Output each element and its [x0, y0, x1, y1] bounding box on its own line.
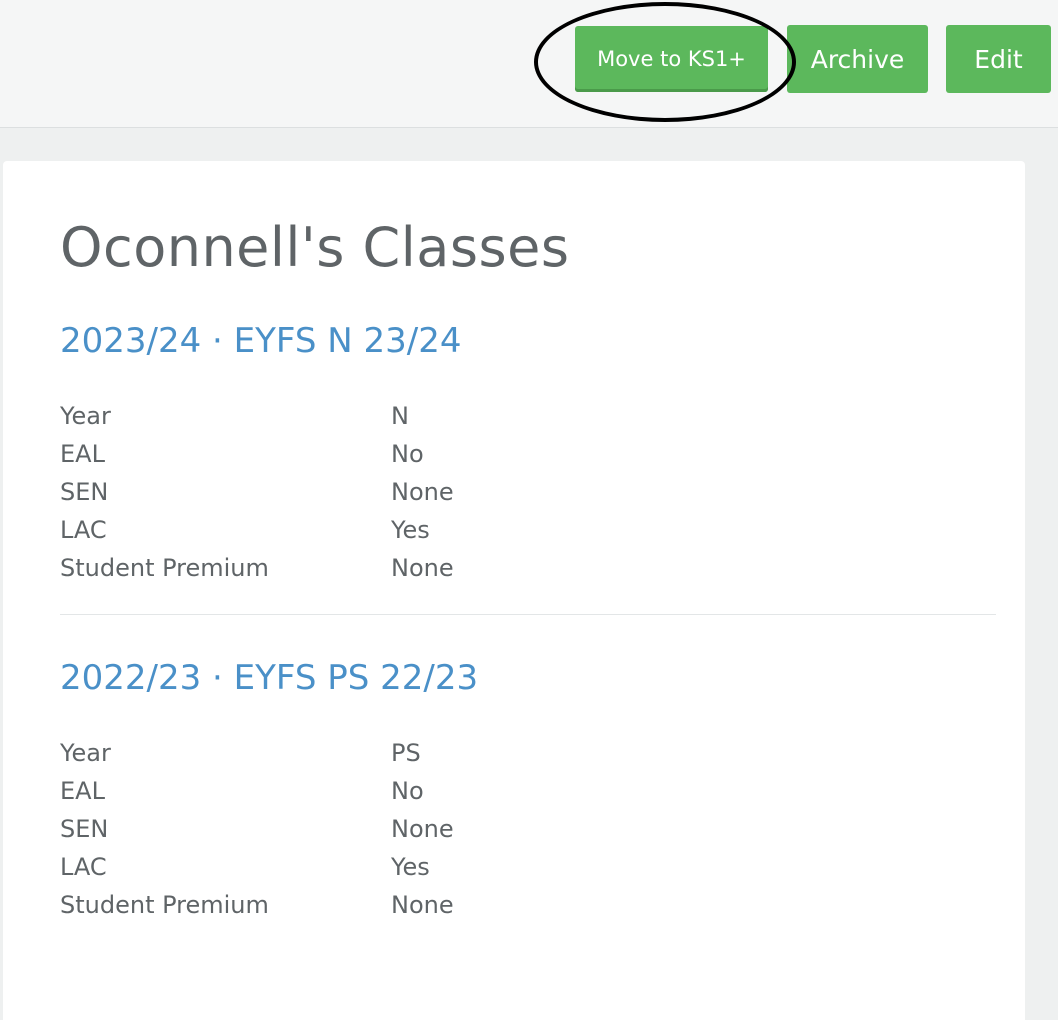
- property-value: None: [391, 891, 454, 919]
- property-label: EAL: [60, 440, 105, 468]
- class-section: 2023/24 · EYFS N 23/24 Year N EAL No SEN…: [60, 321, 996, 587]
- property-row-eal: EAL No: [60, 772, 996, 810]
- property-value: No: [391, 777, 424, 805]
- property-row-student-premium: Student Premium None: [60, 549, 996, 587]
- property-row-year: Year PS: [60, 734, 996, 772]
- property-label: Year: [60, 739, 111, 767]
- class-properties: Year N EAL No SEN None LAC Yes Student P…: [60, 397, 996, 587]
- top-toolbar: Move to KS1+ Archive Edit: [0, 0, 1058, 128]
- property-row-sen: SEN None: [60, 473, 996, 511]
- property-row-year: Year N: [60, 397, 996, 435]
- move-to-ks1-button[interactable]: Move to KS1+: [575, 26, 768, 92]
- property-value: No: [391, 440, 424, 468]
- class-section: 2022/23 · EYFS PS 22/23 Year PS EAL No S…: [60, 658, 996, 924]
- property-row-eal: EAL No: [60, 435, 996, 473]
- page-title: Oconnell's Classes: [60, 216, 570, 279]
- property-value: None: [391, 554, 454, 582]
- property-value: Yes: [391, 516, 430, 544]
- property-label: LAC: [60, 516, 107, 544]
- property-label: Student Premium: [60, 891, 269, 919]
- property-label: EAL: [60, 777, 105, 805]
- property-row-lac: LAC Yes: [60, 511, 996, 549]
- property-value: None: [391, 815, 454, 843]
- property-value: Yes: [391, 853, 430, 881]
- class-heading-link[interactable]: 2023/24 · EYFS N 23/24: [60, 321, 996, 375]
- property-value: None: [391, 478, 454, 506]
- class-properties: Year PS EAL No SEN None LAC Yes Student …: [60, 734, 996, 924]
- edit-button[interactable]: Edit: [946, 25, 1051, 93]
- classes-card: Oconnell's Classes 2023/24 · EYFS N 23/2…: [3, 161, 1025, 1020]
- section-divider: [60, 614, 996, 615]
- property-label: Student Premium: [60, 554, 269, 582]
- property-value: PS: [391, 739, 421, 767]
- property-label: SEN: [60, 478, 109, 506]
- property-value: N: [391, 402, 409, 430]
- property-label: LAC: [60, 853, 107, 881]
- property-row-lac: LAC Yes: [60, 848, 996, 886]
- property-label: SEN: [60, 815, 109, 843]
- property-label: Year: [60, 402, 111, 430]
- property-row-student-premium: Student Premium None: [60, 886, 996, 924]
- class-heading-link[interactable]: 2022/23 · EYFS PS 22/23: [60, 658, 996, 712]
- property-row-sen: SEN None: [60, 810, 996, 848]
- archive-button[interactable]: Archive: [787, 25, 928, 93]
